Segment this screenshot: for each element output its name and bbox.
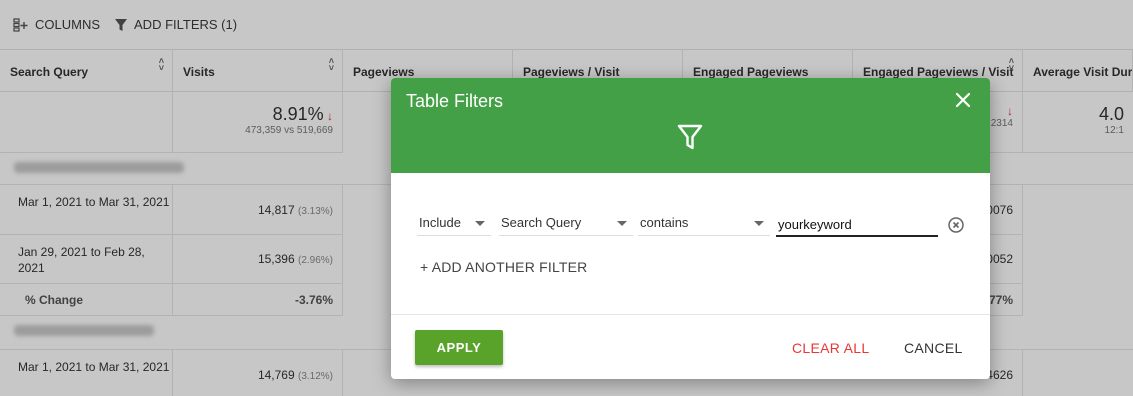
table-filters-dialog: Table Filters Include Search Query conta…: [391, 78, 990, 379]
dialog-footer: APPLY CLEAR ALL CANCEL: [391, 315, 990, 379]
dialog-body: Include Search Query contains + ADD ANOT…: [391, 173, 990, 315]
cancel-button[interactable]: CANCEL: [904, 340, 963, 356]
funnel-icon: [677, 124, 703, 150]
dialog-header: Table Filters: [391, 78, 990, 173]
clear-all-button[interactable]: CLEAR ALL: [792, 340, 869, 356]
add-another-filter-button[interactable]: + ADD ANOTHER FILTER: [420, 259, 588, 275]
chevron-down-icon: [475, 221, 485, 226]
clear-filter-icon[interactable]: [948, 217, 964, 233]
filter-value-input[interactable]: [776, 211, 938, 237]
include-select[interactable]: Include: [417, 211, 491, 236]
operator-select[interactable]: contains: [638, 211, 770, 236]
dialog-title: Table Filters: [406, 91, 504, 111]
apply-button[interactable]: APPLY: [415, 330, 503, 365]
chevron-down-icon: [617, 221, 627, 226]
field-select[interactable]: Search Query: [499, 211, 633, 236]
chevron-down-icon: [754, 221, 764, 226]
close-icon[interactable]: [954, 91, 972, 109]
